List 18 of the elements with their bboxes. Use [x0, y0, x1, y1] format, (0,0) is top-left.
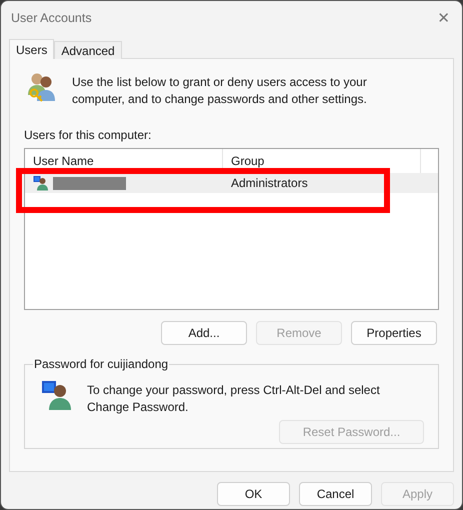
users-label: Users for this computer: [24, 128, 152, 142]
intro-text: Use the list below to grant or deny users access to your computer, and to change passwords and other settings. [72, 74, 368, 108]
column-header[interactable]: User Name [25, 149, 223, 173]
user-computer-icon [41, 379, 73, 411]
dialog-button[interactable]: Cancel [299, 482, 372, 506]
list-button[interactable]: Properties [351, 321, 437, 345]
user-computer-icon [33, 175, 49, 191]
group-title: Password for cuijiandong [33, 357, 170, 371]
window-title: User Accounts [11, 11, 92, 25]
table-cell: Administrators [231, 176, 308, 190]
tab[interactable]: Users [9, 39, 54, 59]
user-row[interactable]: Administrators [25, 173, 438, 193]
password-text: To change your password, press Ctrl-Alt-Del and select Change Password. [87, 382, 381, 416]
list-button[interactable]: Add... [161, 321, 247, 345]
close-button[interactable]: ✕ [435, 9, 452, 27]
tab[interactable]: Advanced [54, 41, 122, 59]
users-key-icon [26, 71, 58, 103]
dialog-button[interactable]: OK [217, 482, 290, 506]
